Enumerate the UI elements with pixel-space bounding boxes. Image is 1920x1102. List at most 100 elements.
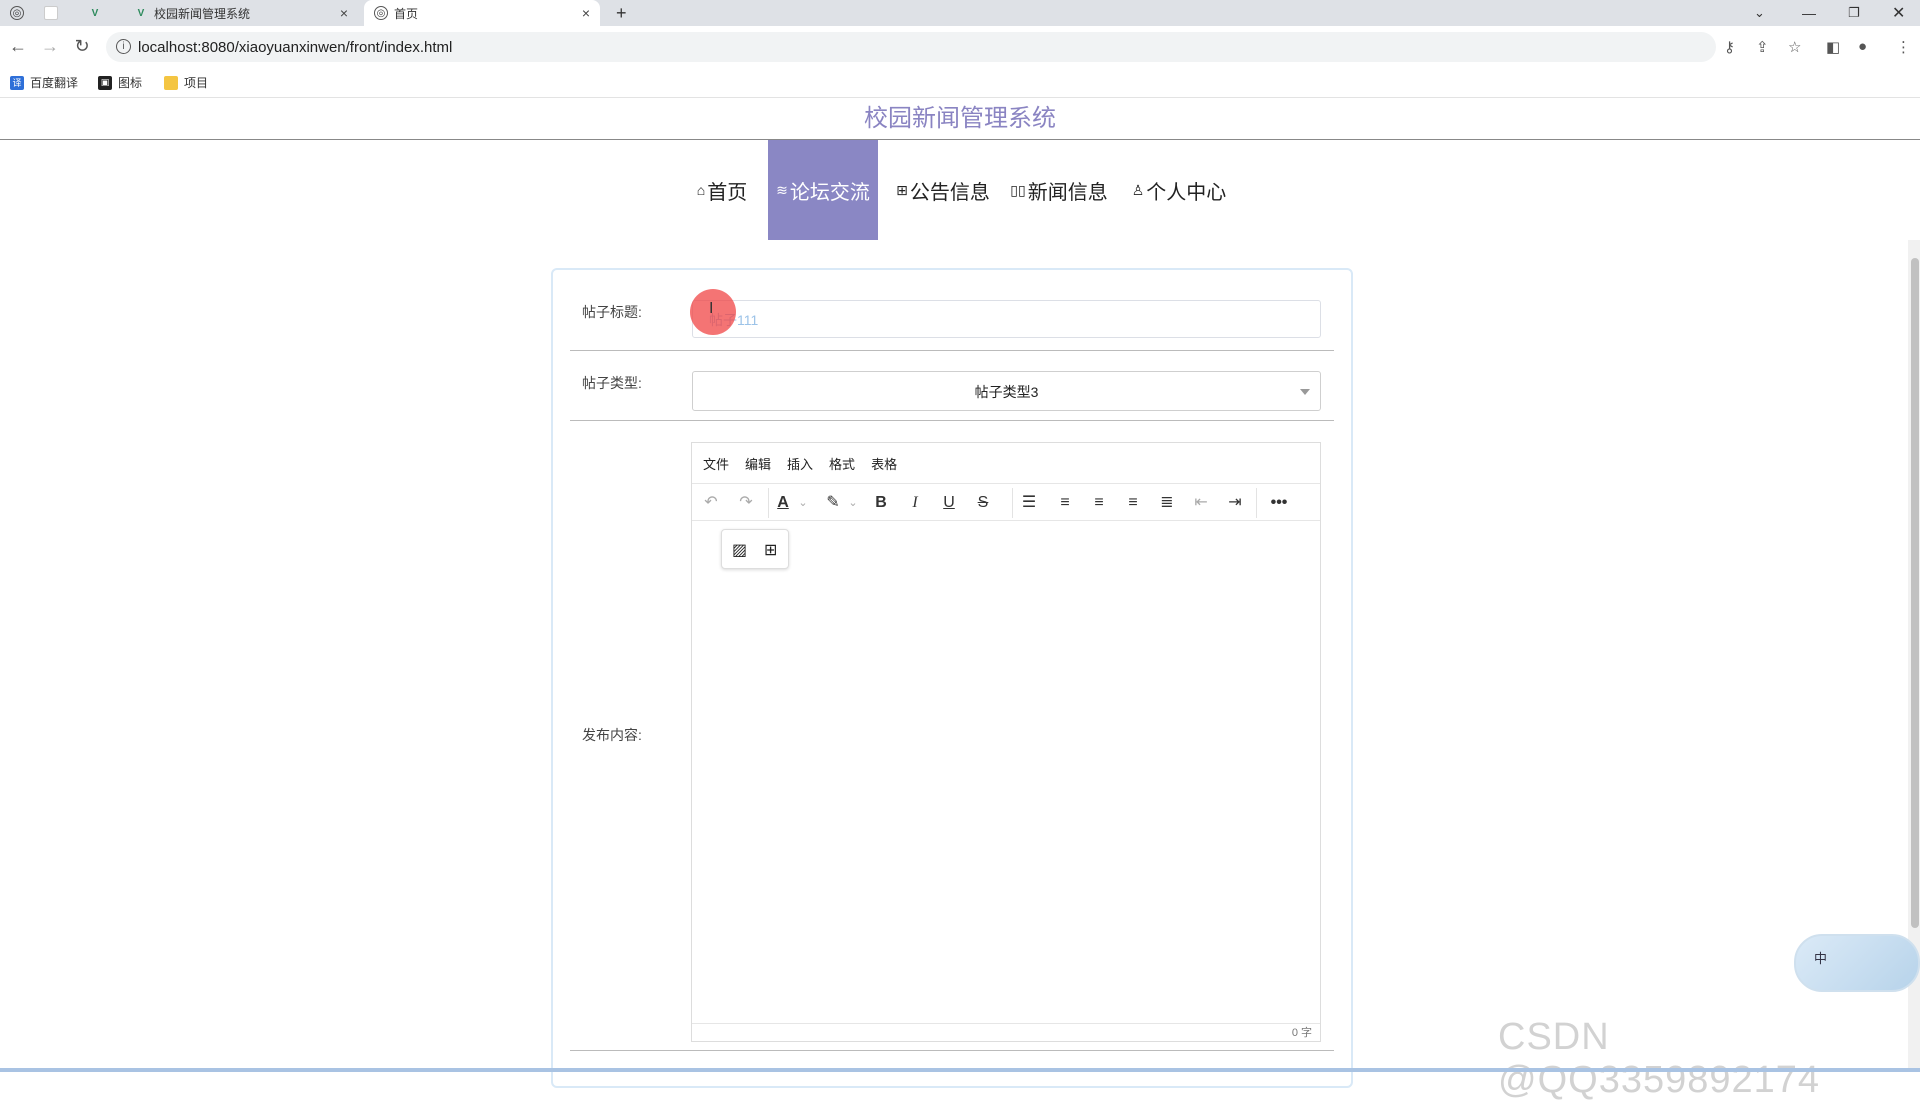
blank-page-icon [44, 6, 58, 20]
chevron-down-icon[interactable]: ⌄ [792, 492, 814, 514]
text-color-icon[interactable]: A [772, 492, 794, 514]
tab-blank[interactable] [44, 0, 74, 26]
close-icon[interactable]: × [582, 5, 590, 21]
tab-search-chevron-icon[interactable]: ⌄ [1754, 0, 1765, 26]
bookmarks-bar [0, 68, 1920, 98]
scrollbar-thumb[interactable] [1911, 258, 1919, 928]
title-label: 帖子标题: [582, 304, 642, 320]
nav-label: 首页 [707, 181, 748, 204]
undo-icon[interactable]: ↶ [700, 492, 722, 514]
layers-icon: ≋ [776, 181, 788, 198]
ime-widget[interactable]: 中 [1794, 934, 1920, 992]
toolbar-separator [1256, 488, 1257, 518]
underline-icon[interactable]: U [938, 492, 960, 514]
close-icon[interactable]: × [340, 5, 348, 21]
bold-icon[interactable]: B [870, 492, 892, 514]
back-icon[interactable]: ← [8, 36, 28, 57]
chevron-down-icon[interactable]: ⌄ [842, 492, 864, 514]
nav-forum[interactable]: ≋ 论坛交流 [768, 140, 878, 240]
type-label: 帖子类型: [582, 375, 642, 391]
nav-announcements[interactable]: ⊞ 公告信息 [892, 140, 994, 240]
image-icon: ▣ [98, 75, 112, 90]
nav-label: 个人中心 [1146, 181, 1227, 204]
key-icon[interactable]: ⚷ [1724, 38, 1735, 56]
menu-table[interactable]: 表格 [871, 454, 897, 473]
vue-icon: V [91, 7, 99, 19]
editor-toolbar: ↶ ↷ A ⌄ ✎ ⌄ B I U S ☰ ≡ ≡ ≡ ≣ ⇤ ⇥ ••• [692, 483, 1320, 521]
more-icon[interactable]: ••• [1268, 492, 1290, 514]
bottom-edge [0, 1068, 1920, 1072]
align-justify-icon[interactable]: ≣ [1156, 492, 1178, 514]
tab-campus-news-admin[interactable]: V 校园新闻管理系统 × [128, 0, 358, 26]
post-type-select[interactable]: 帖子类型3 [692, 371, 1321, 411]
menu-icon[interactable]: ⋮ [1896, 38, 1911, 56]
nav-label: 新闻信息 [1027, 181, 1108, 204]
menu-edit[interactable]: 编辑 [745, 454, 771, 473]
globe-icon: ◎ [10, 6, 24, 20]
caret-down-icon [1300, 389, 1310, 395]
redo-icon[interactable]: ↷ [735, 492, 757, 514]
site-header: 校园新闻管理系统 [0, 98, 1920, 140]
nav-label: 论坛交流 [789, 181, 870, 204]
indent-icon[interactable]: ⇥ [1224, 492, 1246, 514]
italic-icon[interactable]: I [904, 492, 926, 514]
tab-vue[interactable]: V [88, 0, 118, 26]
site-title: 校园新闻管理系统 [864, 105, 1056, 132]
line-height-icon[interactable]: ☰ [1018, 492, 1040, 514]
insert-table-icon[interactable]: ⊞ [764, 540, 777, 560]
insert-image-icon[interactable]: ▨ [732, 540, 747, 560]
profile-icon[interactable]: ● [1858, 38, 1867, 55]
bookmark-baidu-translate[interactable]: 译 百度翻译 [10, 74, 78, 91]
reload-icon[interactable]: ↻ [72, 36, 92, 57]
nav-news[interactable]: ▯▯ 新闻信息 [1008, 140, 1110, 240]
home-icon: ⌂ [696, 182, 706, 198]
new-tab-button[interactable]: + [616, 0, 627, 26]
window-close-icon[interactable]: ✕ [1892, 0, 1905, 26]
rich-text-editor[interactable]: 文件 编辑 插入 格式 表格 ↶ ↷ A ⌄ ✎ ⌄ B I U S ☰ ≡ ≡… [691, 442, 1321, 1042]
tab-label: 首页 [394, 6, 419, 21]
url-field[interactable]: i localhost:8080/xiaoyuanxinwen/front/in… [106, 32, 1716, 62]
word-count: 0 字 [692, 1023, 1320, 1041]
nav-personal-center[interactable]: ♙ 个人中心 [1128, 140, 1230, 240]
info-icon[interactable]: i [116, 39, 131, 54]
highlight-icon[interactable]: ✎ [822, 492, 844, 514]
forward-icon[interactable]: → [40, 36, 60, 57]
post-title-input[interactable]: 帖子111 [692, 300, 1321, 338]
minimize-icon[interactable]: — [1802, 0, 1816, 26]
outdent-icon[interactable]: ⇤ [1190, 492, 1212, 514]
main-nav: ⌂ 首页 ≋ 论坛交流 ⊞ 公告信息 ▯▯ 新闻信息 ♙ 个人中心 [0, 140, 1920, 240]
menu-insert[interactable]: 插入 [787, 454, 813, 473]
tab-globe[interactable]: ◎ [10, 0, 40, 26]
menu-format[interactable]: 格式 [829, 454, 855, 473]
divider [570, 1050, 1334, 1051]
translate-icon: 译 [10, 75, 24, 90]
menu-file[interactable]: 文件 [703, 454, 729, 473]
tab-home[interactable]: ◎ 首页 × [364, 0, 600, 26]
editor-menubar: 文件 编辑 插入 格式 表格 [692, 443, 1320, 483]
share-icon[interactable]: ⇪ [1756, 38, 1769, 56]
watermark: CSDN @QQ3359892174 [1498, 1016, 1821, 1101]
user-icon: ♙ [1131, 181, 1145, 198]
align-right-icon[interactable]: ≡ [1122, 492, 1144, 514]
bookmark-label: 图标 [118, 76, 143, 90]
side-panel-icon[interactable]: ◧ [1826, 38, 1840, 56]
restore-icon[interactable]: ❐ [1848, 0, 1860, 26]
align-center-icon[interactable]: ≡ [1088, 492, 1110, 514]
strikethrough-icon[interactable]: S [972, 492, 994, 514]
align-left-icon[interactable]: ≡ [1054, 492, 1076, 514]
nav-home[interactable]: ⌂ 首页 [690, 140, 754, 240]
content-label: 发布内容: [582, 727, 642, 743]
url-text: localhost:8080/xiaoyuanxinwen/front/inde… [138, 38, 453, 56]
ime-widget-text: 中 [1814, 951, 1828, 966]
bookmark-projects[interactable]: 项目 [164, 74, 208, 91]
nav-label: 公告信息 [909, 181, 990, 204]
click-indicator [690, 289, 736, 335]
star-icon[interactable]: ☆ [1788, 38, 1801, 56]
bookmark-icons[interactable]: ▣ 图标 [98, 74, 142, 91]
toolbar-separator [1012, 488, 1013, 518]
grid-icon: ⊞ [896, 181, 908, 198]
divider [570, 350, 1334, 351]
book-icon: ▯▯ [1010, 181, 1026, 198]
bookmark-label: 百度翻译 [30, 76, 79, 90]
toolbar-separator [768, 488, 769, 518]
